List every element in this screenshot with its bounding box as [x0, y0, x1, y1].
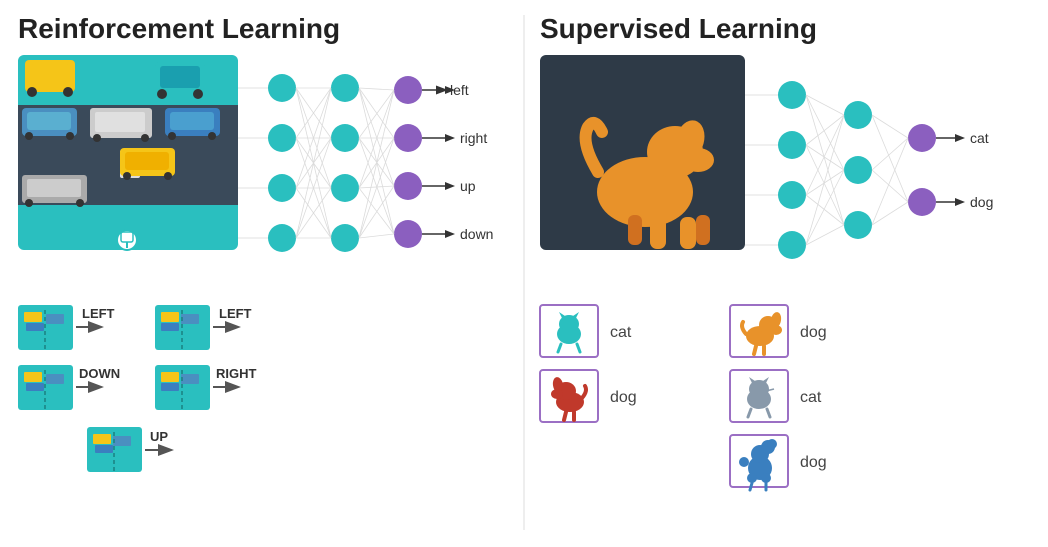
main-diagram: Reinforcement Learning — [0, 0, 1048, 542]
svg-text:cat: cat — [800, 389, 822, 406]
svg-text:LEFT: LEFT — [82, 306, 115, 321]
svg-text:UP: UP — [150, 429, 168, 444]
svg-text:LEFT: LEFT — [219, 306, 252, 321]
svg-text:up: up — [460, 178, 476, 194]
svg-text:dog: dog — [800, 454, 827, 471]
svg-text:RIGHT: RIGHT — [216, 366, 257, 381]
svg-text:dog: dog — [800, 324, 827, 341]
svg-text:DOWN: DOWN — [79, 366, 120, 381]
rl-title: Reinforcement Learning — [18, 13, 340, 44]
svg-text:dog: dog — [970, 194, 993, 210]
sl-title: Supervised Learning — [540, 13, 817, 44]
svg-text:cat: cat — [970, 130, 989, 146]
svg-text:cat: cat — [610, 324, 632, 341]
nn-rl-input-1 — [268, 74, 296, 102]
svg-text:down: down — [460, 226, 493, 242]
svg-text:dog: dog — [610, 389, 637, 406]
rl-output-right: right — [460, 130, 487, 146]
